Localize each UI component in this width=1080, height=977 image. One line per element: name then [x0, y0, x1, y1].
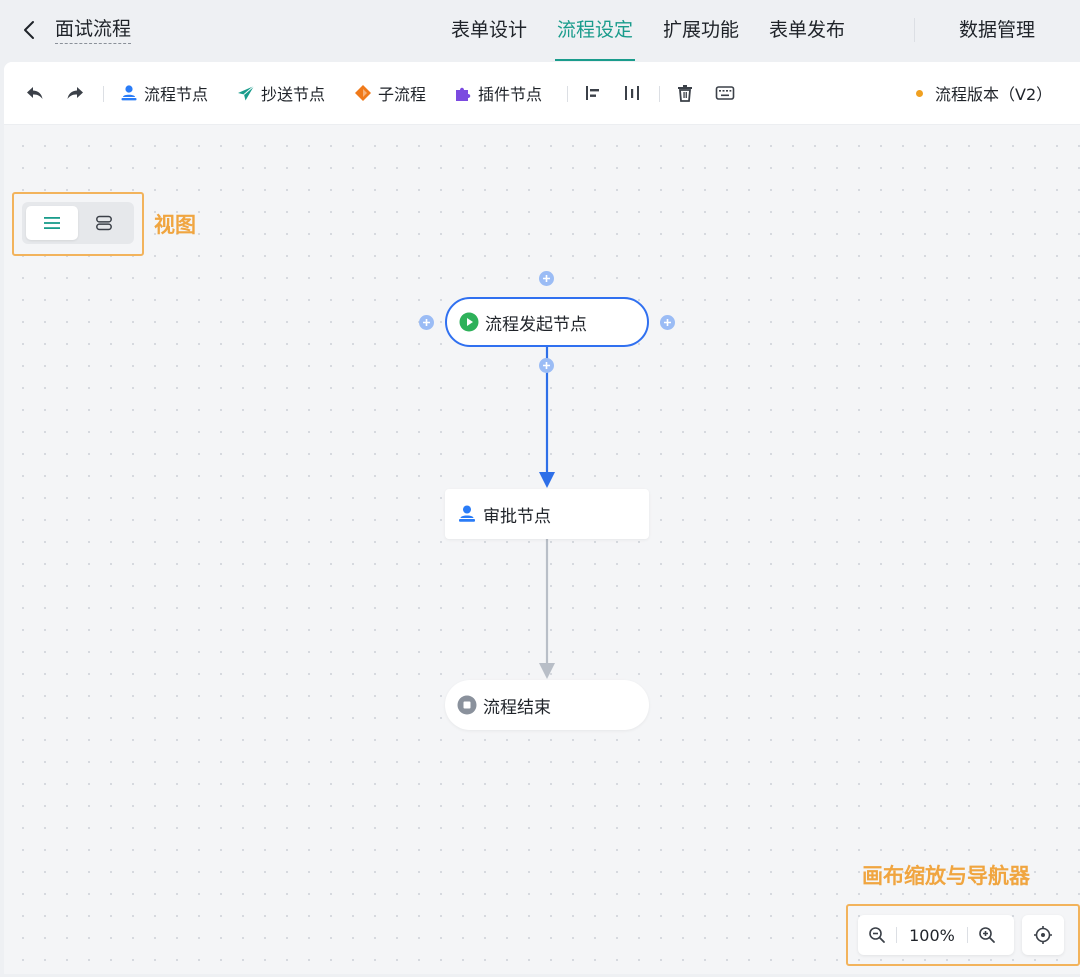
editor-panel: 流程节点 抄送节点 子流程 插件节点 流程版本（V2） 视图 流程发起节点 审批…: [4, 62, 1080, 974]
zoom-controls-highlight: 100%: [846, 904, 1080, 966]
undo-icon: [27, 87, 43, 99]
zoom-controls: 100%: [858, 915, 1014, 955]
top-header: 面试流程 表单设计 流程设定 扩展功能 表单发布 数据管理: [0, 0, 1080, 62]
tab-form-design[interactable]: 表单设计: [436, 0, 542, 62]
zoom-out-icon: [869, 927, 885, 943]
version-status-dot: [916, 89, 923, 97]
view-switch: [22, 202, 134, 244]
plus-icon: [543, 362, 550, 369]
puzzle-icon: [456, 87, 471, 101]
view-switch-highlight: [12, 192, 144, 256]
locate-icon: [1034, 926, 1052, 944]
align-center-icon: [625, 86, 639, 100]
chevron-left-icon: [24, 21, 34, 39]
flow-end-node[interactable]: 流程结束: [445, 680, 649, 730]
node-label: 流程结束: [483, 697, 551, 718]
tab-data-management[interactable]: 数据管理: [944, 0, 1050, 62]
redo-button[interactable]: [66, 79, 84, 107]
add-process-node-button[interactable]: 流程节点: [120, 79, 208, 107]
tab-extensions[interactable]: 扩展功能: [648, 0, 754, 62]
card-view-toggle[interactable]: [78, 206, 130, 240]
keyboard-icon: [715, 86, 735, 100]
align-left-icon: [586, 86, 599, 100]
card-view-icon: [96, 215, 112, 231]
flow-canvas[interactable]: 视图 流程发起节点 审批节点 流程结束: [4, 125, 1080, 974]
undo-button[interactable]: [26, 79, 44, 107]
version-label: 流程版本（V2）: [935, 85, 1053, 104]
add-cc-node-button[interactable]: 抄送节点: [237, 79, 325, 107]
align-center-button[interactable]: [623, 79, 641, 107]
keyboard-shortcuts-button[interactable]: [715, 79, 735, 107]
plus-icon: [664, 319, 671, 326]
tab-form-publish[interactable]: 表单发布: [754, 0, 860, 62]
send-icon: [238, 85, 255, 101]
list-view-toggle[interactable]: [26, 206, 78, 240]
list-view-icon: [44, 217, 60, 229]
back-button[interactable]: [18, 16, 40, 44]
toolbar-item-label: 子流程: [378, 85, 427, 104]
add-node-left-button[interactable]: [419, 315, 434, 330]
node-label: 流程发起节点: [485, 314, 587, 335]
toolbar-item-label: 流程节点: [144, 85, 209, 104]
add-node-top-button[interactable]: [539, 271, 554, 286]
plus-icon: [543, 275, 550, 282]
page-title[interactable]: 面试流程: [55, 16, 132, 44]
user-stamp-icon: [459, 505, 475, 522]
flow-version[interactable]: 流程版本（V2）: [916, 79, 1052, 107]
toolbar-divider: [659, 86, 660, 102]
flow-start-node[interactable]: 流程发起节点: [445, 297, 649, 347]
delete-button[interactable]: [676, 79, 694, 107]
add-node-right-button[interactable]: [660, 315, 675, 330]
zoom-annotation: 画布缩放与导航器: [862, 864, 1030, 888]
redo-icon: [67, 87, 83, 99]
align-left-button[interactable]: [584, 79, 602, 107]
zoom-in-icon: [979, 927, 995, 943]
trash-icon: [678, 85, 692, 102]
user-stamp-icon: [121, 85, 137, 101]
add-node-bottom-button[interactable]: [539, 358, 554, 373]
plus-icon: [423, 319, 430, 326]
toolbar: 流程节点 抄送节点 子流程 插件节点 流程版本（V2）: [4, 62, 1080, 125]
zoom-out-button[interactable]: [858, 915, 896, 955]
approval-node[interactable]: 审批节点: [445, 489, 649, 539]
view-annotation: 视图: [154, 213, 196, 237]
toolbar-divider: [103, 86, 104, 102]
diamond-icon: [355, 85, 371, 101]
edge-approve-to-end: [539, 539, 555, 679]
toolbar-divider: [567, 86, 568, 102]
toolbar-item-label: 插件节点: [478, 85, 543, 104]
zoom-in-button[interactable]: [968, 915, 1006, 955]
node-label: 审批节点: [483, 506, 551, 527]
main-tabs: 表单设计 流程设定 扩展功能 表单发布: [436, 0, 860, 62]
play-icon: [459, 312, 479, 332]
tab-divider: [914, 18, 915, 42]
fit-view-button[interactable]: [1022, 915, 1064, 955]
add-subprocess-button[interactable]: 子流程: [354, 79, 426, 107]
toolbar-item-label: 抄送节点: [261, 85, 326, 104]
zoom-level: 100%: [909, 925, 955, 945]
add-plugin-node-button[interactable]: 插件节点: [454, 79, 542, 107]
stop-icon: [457, 695, 477, 715]
tab-flow-settings[interactable]: 流程设定: [542, 0, 648, 62]
